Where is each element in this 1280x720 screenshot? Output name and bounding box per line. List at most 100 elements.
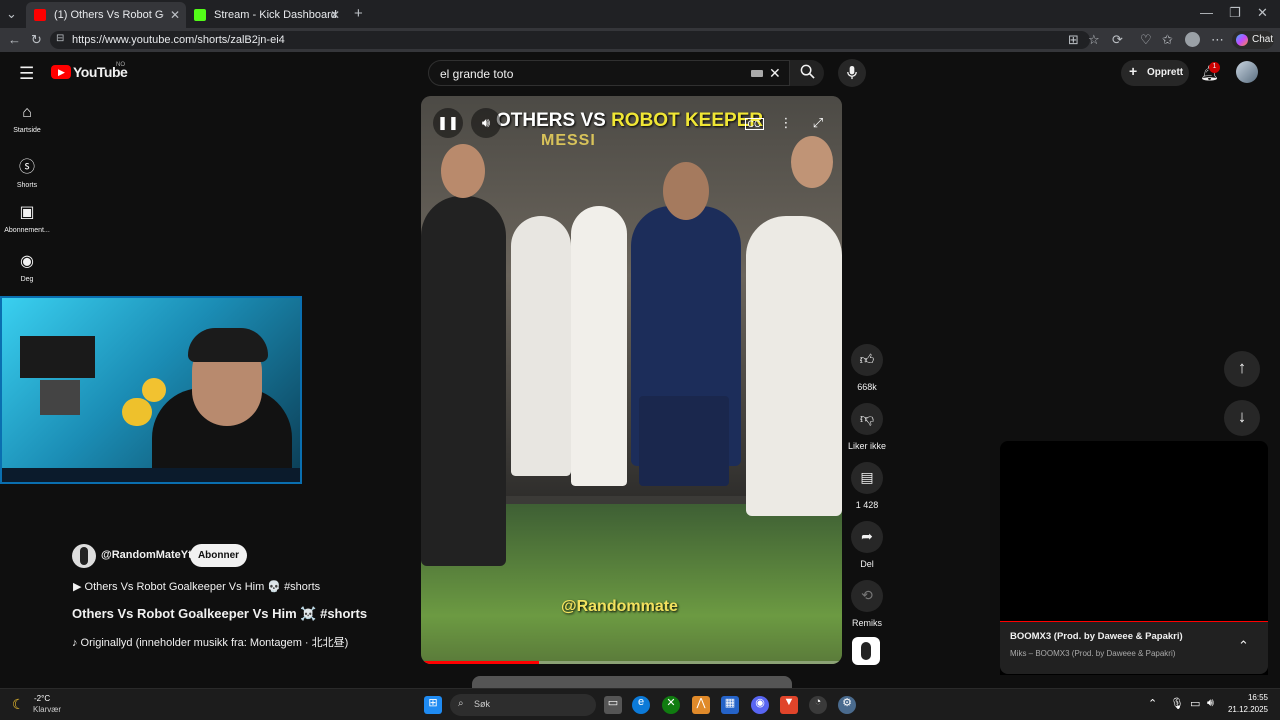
video-watermark: @Randommate bbox=[561, 598, 678, 615]
reload-icon[interactable]: ↻ bbox=[31, 33, 42, 46]
previous-short-button[interactable]: ↑ bbox=[1224, 351, 1260, 387]
shorts-video-player[interactable]: MESSI OTHERS VS ROBOT KEEPER @Randommate… bbox=[421, 96, 842, 664]
windows-start-icon[interactable]: ⊞ bbox=[424, 696, 442, 714]
more-menu-icon[interactable]: ⋯ bbox=[1211, 33, 1224, 46]
video-overlay-title: OTHERS VS ROBOT KEEPER bbox=[496, 110, 763, 132]
next-short-button[interactable]: ↓ bbox=[1224, 400, 1260, 436]
sidebar-item-subscriptions[interactable]: ▣ Abonnement... bbox=[0, 202, 54, 234]
more-options-button[interactable]: ⋮ bbox=[771, 108, 801, 138]
video-progress-bar[interactable] bbox=[421, 661, 842, 664]
weather-temp[interactable]: -2°C bbox=[34, 694, 50, 703]
next-short-preview[interactable] bbox=[472, 676, 792, 688]
playlist-link[interactable]: ▶ Others Vs Robot Goalkeeper Vs Him 💀 #s… bbox=[73, 580, 320, 593]
xbox-icon[interactable]: ✕ bbox=[662, 696, 680, 714]
miniplayer-info[interactable]: BOOMX3 (Prod. by Daweee & Papakri) Miks … bbox=[1000, 622, 1268, 674]
fullscreen-button[interactable]: ⤢ bbox=[803, 108, 833, 138]
account-avatar[interactable] bbox=[1236, 61, 1258, 83]
store-icon[interactable]: ▦ bbox=[721, 696, 739, 714]
channel-avatar[interactable] bbox=[72, 544, 96, 568]
brave-icon[interactable]: ▼ bbox=[780, 696, 798, 714]
miniplayer-title: BOOMX3 (Prod. by Daweee & Papakri) bbox=[1010, 631, 1183, 642]
tab-list-icon[interactable]: ⌄ bbox=[6, 7, 17, 20]
remix-button[interactable]: ⟲ Remiks bbox=[845, 580, 889, 628]
youtube-logo-icon[interactable]: ▶ bbox=[51, 65, 71, 79]
clock-time[interactable]: 16:55 bbox=[1228, 693, 1268, 702]
address-bar[interactable]: ⊟ https://www.youtube.com/shorts/zalB2jn… bbox=[50, 31, 1090, 49]
search-value: el grande toto bbox=[440, 67, 514, 81]
maximize-icon[interactable]: ❐ bbox=[1229, 6, 1241, 19]
search-button[interactable] bbox=[790, 60, 824, 86]
webcam-person-hair bbox=[188, 328, 268, 362]
keyboard-icon[interactable] bbox=[751, 70, 763, 77]
create-button[interactable]: + Opprett bbox=[1121, 60, 1189, 86]
show-hidden-icons-icon[interactable]: ⌃ bbox=[1148, 697, 1157, 710]
sidebar-item-home[interactable]: ⌂ Startside bbox=[0, 104, 54, 134]
browser-tab-kick[interactable]: Stream - Kick Dashboard ✕ bbox=[186, 2, 346, 28]
expand-miniplayer-icon[interactable]: ⌃ bbox=[1238, 638, 1249, 654]
app-available-icon[interactable]: ⊞ bbox=[1068, 33, 1079, 46]
close-window-icon[interactable]: ✕ bbox=[1257, 6, 1268, 19]
subscriptions-icon: ▣ bbox=[19, 204, 35, 221]
mute-button[interactable]: 🔊︎ bbox=[471, 108, 501, 138]
taskbar-search[interactable]: ⌕ Søk bbox=[450, 694, 596, 716]
dislike-button[interactable]: 👎︎ Liker ikke bbox=[845, 403, 889, 451]
comments-button[interactable]: ▤ 1 428 bbox=[845, 462, 889, 510]
pause-button[interactable]: ❚❚ bbox=[433, 108, 463, 138]
app-icon[interactable]: ◔ bbox=[809, 696, 827, 714]
video-figure-head bbox=[663, 162, 709, 220]
task-view-icon[interactable]: ▭ bbox=[604, 696, 622, 714]
favorite-star-icon[interactable]: ☆ bbox=[1088, 33, 1100, 46]
minimize-icon[interactable]: — bbox=[1200, 6, 1213, 19]
sidebar-item-label: Deg bbox=[20, 276, 34, 283]
audio-track-link[interactable]: ♪ Originallyd (inneholder musikk fra: Mo… bbox=[72, 634, 348, 650]
close-tab-icon[interactable]: ✕ bbox=[170, 8, 180, 22]
sidebar-item-shorts[interactable]: ⓢ Shorts bbox=[0, 153, 54, 189]
clock-date[interactable]: 21.12.2025 bbox=[1222, 705, 1268, 714]
microphone-icon[interactable]: 🎙︎ bbox=[1170, 697, 1184, 710]
profile-avatar[interactable] bbox=[1185, 32, 1200, 47]
comment-count: 1 428 bbox=[855, 500, 879, 510]
short-title[interactable]: Others Vs Robot Goalkeeper Vs Him ☠️ #sh… bbox=[72, 606, 367, 622]
copilot-chat-button[interactable]: Chat bbox=[1232, 31, 1274, 49]
volume-icon: 🔊︎ bbox=[481, 115, 491, 130]
arrow-down-icon: ↓ bbox=[1237, 407, 1247, 426]
sound-avatar-icon bbox=[861, 642, 871, 660]
sidebar-item-label: Abonnement... bbox=[4, 227, 50, 234]
close-tab-icon[interactable]: ✕ bbox=[330, 8, 340, 22]
weather-desc[interactable]: Klarvær bbox=[33, 705, 61, 714]
voice-search-button[interactable] bbox=[838, 59, 866, 87]
settings-gear-icon[interactable]: ⚙ bbox=[838, 696, 856, 714]
video-figure-head bbox=[791, 136, 833, 188]
video-figure bbox=[746, 216, 842, 516]
sound-thumbnail[interactable] bbox=[852, 637, 880, 665]
captions-icon: CC bbox=[744, 118, 764, 130]
video-progress-fill bbox=[421, 661, 539, 664]
microphone-icon bbox=[847, 65, 857, 80]
favorites-icon[interactable]: ✩ bbox=[1162, 33, 1173, 46]
display-icon[interactable]: ▭ bbox=[1190, 697, 1200, 710]
miniplayer-subtitle: Miks – BOOMX3 (Prod. by Daweee & Papakri… bbox=[1010, 649, 1176, 658]
subscribe-button[interactable]: Abonner bbox=[190, 544, 247, 567]
dislike-label: Liker ikke bbox=[847, 441, 886, 451]
search-input[interactable]: el grande toto ✕ bbox=[428, 60, 790, 86]
share-button[interactable]: ➦ Del bbox=[845, 521, 889, 569]
volume-icon[interactable]: 🔊︎ bbox=[1207, 697, 1214, 710]
edge-browser-icon[interactable]: e bbox=[632, 696, 650, 714]
back-icon[interactable]: ← bbox=[8, 33, 21, 46]
comment-icon: ▤ bbox=[851, 462, 883, 494]
app-icon[interactable]: ⋀ bbox=[692, 696, 710, 714]
hamburger-menu-icon[interactable]: ☰ bbox=[19, 64, 34, 84]
arrow-up-icon: ↑ bbox=[1237, 358, 1247, 377]
browser-tab-youtube[interactable]: (1) Others Vs Robot Goalkeepe ✕ bbox=[26, 2, 186, 28]
clear-search-icon[interactable]: ✕ bbox=[769, 65, 781, 82]
site-info-icon[interactable]: ⊟ bbox=[56, 34, 64, 44]
like-button[interactable]: 👍︎ 668k bbox=[845, 344, 889, 392]
browser-essentials-icon[interactable]: ♡ bbox=[1140, 33, 1152, 46]
captions-button[interactable]: CC bbox=[739, 108, 769, 138]
extensions-icon[interactable]: ⟳ bbox=[1112, 33, 1123, 46]
sidebar-item-you[interactable]: ◉ Deg bbox=[0, 251, 54, 283]
new-tab-icon[interactable]: + bbox=[354, 6, 363, 21]
channel-handle[interactable]: @RandomMateYt bbox=[101, 549, 192, 561]
discord-icon[interactable]: ◉ bbox=[751, 696, 769, 714]
more-vertical-icon: ⋮ bbox=[779, 115, 793, 130]
